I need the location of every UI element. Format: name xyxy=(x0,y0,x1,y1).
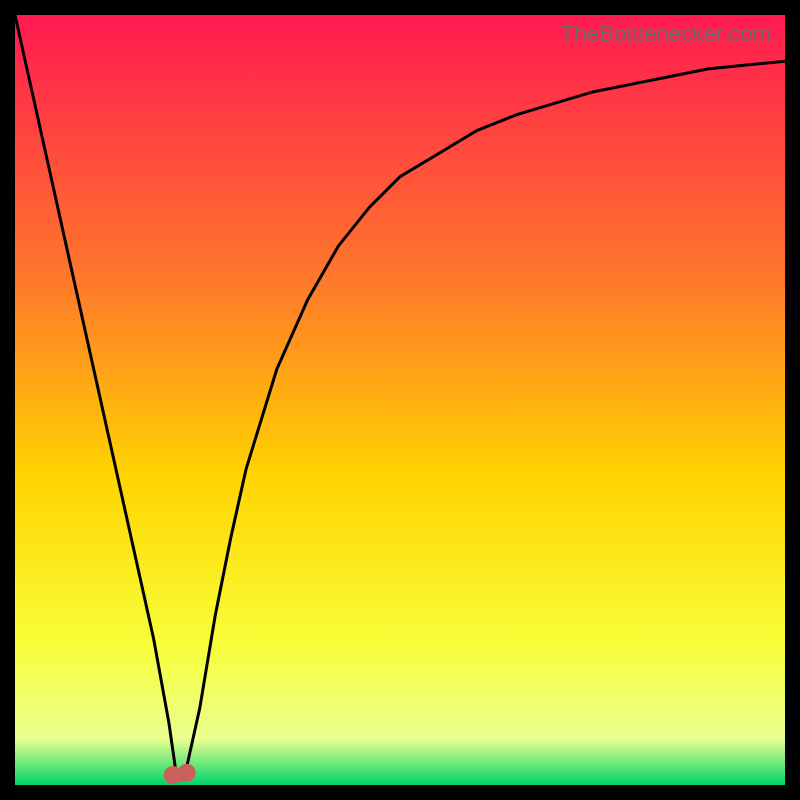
chart-frame: TheBottlenecker.com xyxy=(15,15,785,785)
watermark-text: TheBottlenecker.com xyxy=(561,21,771,47)
background-gradient xyxy=(15,15,785,785)
